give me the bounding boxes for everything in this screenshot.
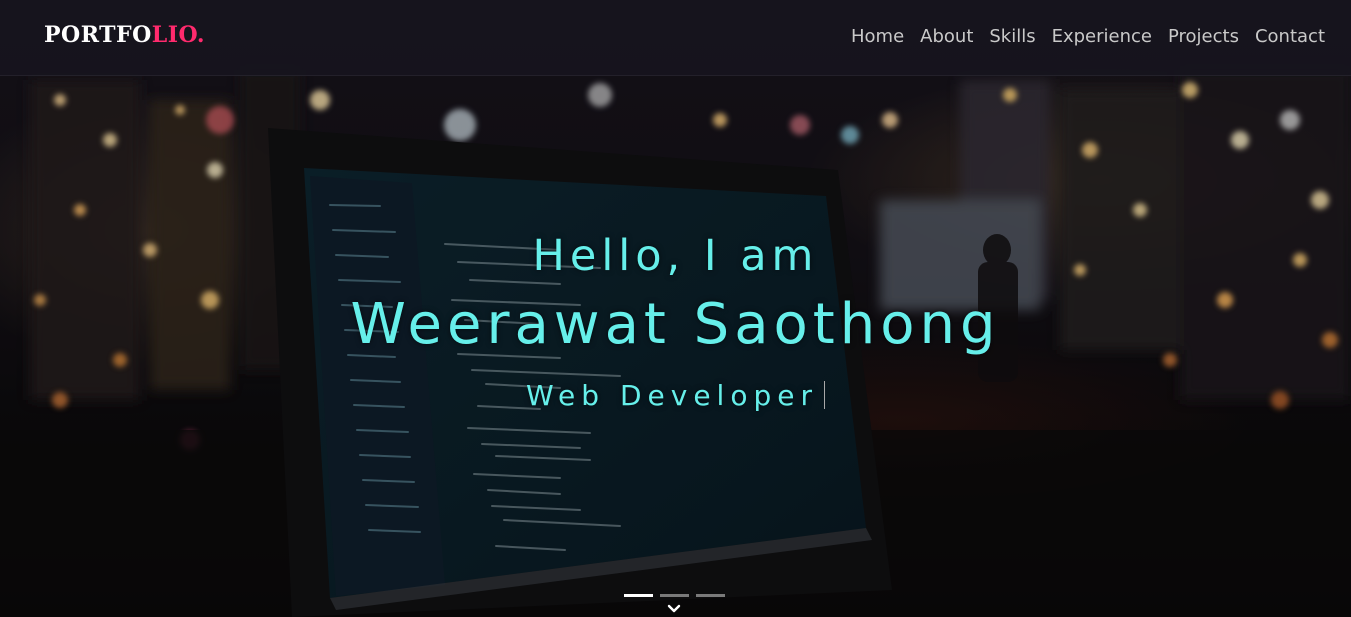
nav-link-experience[interactable]: Experience [1036,24,1152,50]
carousel-indicators [624,594,725,597]
hero-role-wrapper: Web Developer [0,377,1351,415]
nav-link-skills[interactable]: Skills [973,24,1035,50]
brand-logo-main: PORTFO [44,22,152,48]
chevron-down-icon[interactable] [666,601,682,615]
hero-name: Weerawat Saothong [350,292,1001,357]
nav-link-contact[interactable]: Contact [1239,24,1325,50]
nav-links: Home About Skills Experience Projects Co… [835,24,1325,50]
brand-logo[interactable]: PORTFOLIO. [44,21,205,49]
hero-greeting: Hello, I am [532,231,819,281]
hero-role: Web Developer [526,379,818,412]
brand-logo-accent: LIO. [151,22,206,48]
carousel-indicator-2[interactable] [660,594,689,597]
nav-link-home[interactable]: Home [835,24,904,50]
carousel-indicator-3[interactable] [696,594,725,597]
carousel-indicator-1[interactable] [624,594,653,597]
nav-link-about[interactable]: About [904,24,973,50]
typing-caret [823,381,825,409]
navbar: PORTFOLIO. Home About Skills Experience … [0,0,1351,76]
nav-link-projects[interactable]: Projects [1152,24,1239,50]
portfolio-page: PORTFOLIO. Home About Skills Experience … [0,0,1351,617]
